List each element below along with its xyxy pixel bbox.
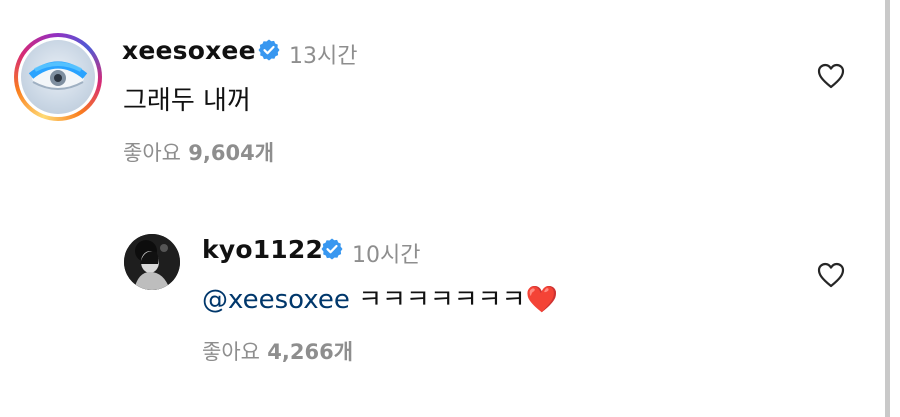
comment-timestamp: 13시간 xyxy=(289,44,358,69)
comment-item: xeesoxee 13시간 그래두 내꺼 좋아요 9,604개 xyxy=(0,0,900,200)
likes-label: 좋아요 xyxy=(123,141,181,165)
verified-badge-icon xyxy=(321,238,343,260)
reply-item: kyo1122 10시간 @xeesoxee ㅋㅋㅋㅋㅋㅋㅋ❤️ 좋아요 4,2… xyxy=(0,200,900,417)
reply-text: @xeesoxee ㅋㅋㅋㅋㅋㅋㅋ❤️ xyxy=(202,279,558,316)
mention-link[interactable]: @xeesoxee xyxy=(202,285,350,315)
comment-text: 그래두 내꺼 xyxy=(123,86,251,116)
heart-outline-icon[interactable] xyxy=(817,262,845,288)
likes-count: 4,266개 xyxy=(267,340,354,364)
avatar[interactable] xyxy=(124,234,180,290)
avatar[interactable] xyxy=(21,40,95,114)
verified-badge-icon xyxy=(258,39,280,61)
likes-label: 좋아요 xyxy=(202,340,260,364)
reply-likes[interactable]: 좋아요 4,266개 xyxy=(202,336,353,366)
scrollbar[interactable] xyxy=(885,0,890,417)
avatar-portrait-image xyxy=(124,234,180,290)
likes-count: 9,604개 xyxy=(188,141,275,165)
reply-body: ㅋㅋㅋㅋㅋㅋㅋ xyxy=(358,285,526,315)
story-ring[interactable] xyxy=(14,33,102,121)
comment-username[interactable]: xeesoxee xyxy=(122,36,256,65)
reply-timestamp: 10시간 xyxy=(352,243,421,268)
comment-likes[interactable]: 좋아요 9,604개 xyxy=(123,137,274,167)
heart-emoji: ❤️ xyxy=(525,285,558,315)
reply-username[interactable]: kyo1122 xyxy=(202,235,323,264)
heart-outline-icon[interactable] xyxy=(817,63,845,89)
avatar-eye-image xyxy=(28,61,88,90)
